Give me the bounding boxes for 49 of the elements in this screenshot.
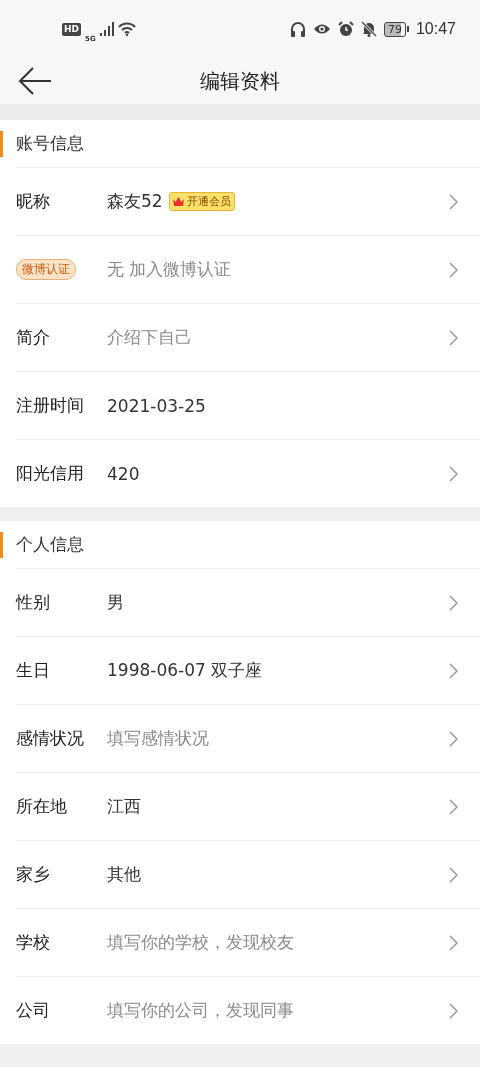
eye-icon — [312, 23, 331, 35]
chevron-right-icon[interactable] — [449, 1002, 458, 1019]
chevron-right-icon[interactable] — [449, 662, 458, 679]
chevron-right-icon[interactable] — [449, 934, 458, 951]
field-value: 1998-06-07 双子座 — [107, 659, 263, 682]
field-label: 公司 — [16, 999, 51, 1022]
battery-level: 79 — [383, 21, 406, 37]
chevron-right-icon[interactable] — [449, 329, 458, 346]
field-label: 注册时间 — [16, 394, 85, 417]
page-title: 编辑资料 — [200, 67, 280, 95]
wifi-icon — [117, 22, 136, 36]
hint-text: 填写你的学校，发现校友 — [107, 931, 294, 954]
field-value: 江西 — [107, 795, 141, 818]
hd-indicator: HD — [62, 22, 81, 36]
field-value: 2021-03-25 — [107, 395, 206, 416]
field-label: 家乡 — [16, 863, 51, 886]
field-label: 昵称 — [16, 190, 51, 213]
field-label: 性别 — [16, 591, 51, 614]
chevron-right-icon[interactable] — [449, 730, 458, 747]
alarm-icon — [337, 21, 354, 37]
verification-badge: 微博认证 — [16, 259, 76, 280]
hint-text: 填写你的公司，发现同事 — [107, 999, 294, 1022]
field-value: 其他 — [107, 863, 141, 886]
field-label: 阳光信用 — [16, 462, 85, 485]
bell-off-icon — [360, 21, 377, 37]
chevron-right-icon[interactable] — [449, 261, 458, 278]
hint-text: 填写感情状况 — [107, 727, 209, 750]
field-label: 生日 — [16, 659, 51, 682]
chevron-right-icon[interactable] — [449, 465, 458, 482]
chevron-right-icon[interactable] — [449, 594, 458, 611]
chevron-right-icon[interactable] — [449, 798, 458, 815]
chevron-right-icon[interactable] — [449, 193, 458, 210]
field-value: 森友52 — [107, 190, 163, 213]
vip-badge[interactable]: 开通会员 — [168, 192, 235, 211]
headphones-icon — [289, 21, 306, 37]
field-label: 学校 — [16, 931, 51, 954]
field-label: 感情状况 — [16, 727, 85, 750]
hint-text: 介绍下自己 — [107, 326, 192, 349]
field-label: 简介 — [16, 326, 51, 349]
field-value: 男 — [107, 591, 124, 614]
back-arrow-icon[interactable] — [18, 66, 52, 96]
signal-icon — [99, 22, 114, 36]
field-value: 420 — [107, 463, 140, 484]
section-title: 个人信息 — [16, 533, 84, 556]
chevron-right-icon[interactable] — [449, 866, 458, 883]
hint-text: 无 加入微博认证 — [107, 258, 232, 281]
section-title: 账号信息 — [16, 132, 84, 155]
clock-time: 10:47 — [415, 20, 456, 38]
field-label: 所在地 — [16, 795, 68, 818]
